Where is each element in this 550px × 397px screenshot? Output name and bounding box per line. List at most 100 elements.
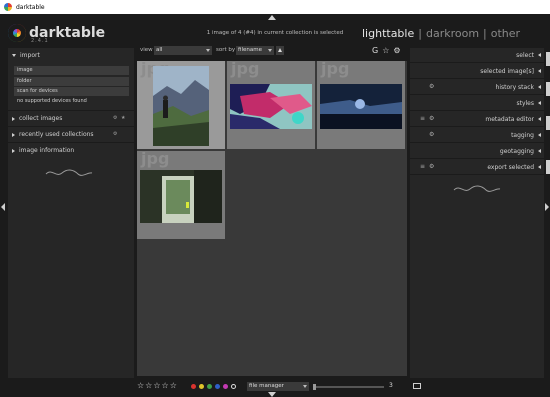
scroll-edge-marker (546, 52, 550, 66)
chevron-down-icon (268, 49, 272, 52)
image-information-label: image information (19, 147, 75, 154)
module-styles[interactable]: styles (410, 96, 544, 111)
collapse-left-panel-arrow-icon[interactable] (1, 203, 5, 211)
collect-images-label: collect images (19, 115, 63, 122)
view-darkroom[interactable]: darkroom (426, 27, 479, 40)
expand-arrow-icon (538, 165, 541, 169)
module-label: export selected (487, 164, 534, 171)
expand-arrow-icon (538, 133, 541, 137)
window-title: darktable (16, 3, 45, 11)
sort-by-label: sort by (216, 47, 236, 53)
presets-icon[interactable]: ≡ (420, 163, 425, 170)
grouping-icon[interactable]: G (372, 46, 378, 55)
module-label: select (516, 52, 534, 59)
gear-icon[interactable]: ⚙ (113, 131, 117, 137)
chevron-down-icon (206, 49, 210, 52)
preferences-gear-icon[interactable]: ⚙ (393, 46, 400, 55)
view-filter-label: view (140, 47, 153, 53)
logo-aperture-icon (8, 24, 26, 42)
panel-end-decoration-icon (45, 169, 93, 176)
thumbnail-image (140, 170, 222, 223)
star-icon[interactable]: ★ (121, 115, 125, 121)
expand-arrow-icon (538, 53, 541, 57)
collapsed-triangle-icon (12, 132, 15, 137)
expand-arrow-icon (538, 101, 541, 105)
thumbnail-image (230, 84, 312, 129)
module-select[interactable]: select (410, 48, 544, 63)
no-devices-label: no supported devices found (17, 98, 87, 104)
expand-arrow-icon (538, 85, 541, 89)
collapse-top-panel-arrow-icon[interactable] (268, 15, 276, 20)
collapse-right-panel-arrow-icon[interactable] (545, 203, 549, 211)
sort-by-value: filename (238, 47, 262, 53)
thumbnail-1[interactable]: jpg (137, 61, 225, 149)
display-profile-icon[interactable] (413, 383, 421, 389)
expanded-triangle-icon (12, 54, 16, 57)
module-history-stack[interactable]: ⚙ history stack (410, 80, 544, 95)
thumbnail-ext: jpg (321, 59, 350, 78)
color-label-clear[interactable] (231, 384, 236, 389)
darktable-logo: darktable 2.4.1 (8, 24, 105, 44)
image-information-header[interactable]: image information (8, 144, 134, 157)
sort-ascending-icon (278, 48, 282, 52)
module-metadata-editor[interactable]: ≡ ⚙ metadata editor (410, 112, 544, 127)
scroll-edge-marker (546, 160, 550, 174)
gear-icon[interactable]: ⚙ (113, 115, 117, 121)
zoom-value[interactable]: 3 (389, 382, 393, 389)
collapse-bottom-panel-arrow-icon[interactable] (268, 392, 276, 397)
thumbnail-2[interactable]: jpg (227, 61, 315, 149)
collapsed-triangle-icon (12, 148, 15, 153)
gear-icon[interactable]: ⚙ (429, 163, 434, 170)
module-label: history stack (495, 84, 534, 91)
collapsed-triangle-icon (12, 116, 15, 121)
module-label: selected image[s] (480, 68, 534, 75)
chevron-down-icon (303, 385, 307, 388)
scan-devices-button[interactable]: scan for devices (14, 87, 129, 96)
zoom-slider[interactable] (313, 384, 384, 390)
import-image-button[interactable]: image (14, 66, 129, 75)
color-label-red[interactable] (191, 384, 196, 389)
layout-select[interactable]: file manager (247, 382, 309, 391)
view-lighttable[interactable]: lighttable (362, 27, 414, 40)
thumbnail-image (320, 84, 402, 129)
scroll-edge-marker (546, 116, 550, 130)
module-selected-images[interactable]: selected image[s] (410, 64, 544, 79)
color-label-purple[interactable] (223, 384, 228, 389)
expand-arrow-icon (538, 117, 541, 121)
module-tagging[interactable]: ⚙ tagging (410, 128, 544, 143)
view-other[interactable]: other (491, 27, 520, 40)
color-label-yellow[interactable] (199, 384, 204, 389)
header-tool-icons: G ☆ ⚙ (372, 46, 401, 55)
layout-value: file manager (249, 383, 284, 389)
scroll-edge-marker (546, 82, 550, 96)
sort-by-select[interactable]: filename (236, 46, 274, 55)
bottom-toolbar: ☆☆☆☆☆ file manager 3 (137, 381, 427, 393)
color-label-green[interactable] (207, 384, 212, 389)
import-module-label: import (20, 52, 40, 59)
divider (8, 142, 134, 143)
thumbnail-3[interactable]: jpg (317, 61, 405, 149)
zoom-slider-handle[interactable] (313, 384, 316, 390)
thumbnail-ext: jpg (231, 59, 260, 78)
gear-icon[interactable]: ⚙ (429, 115, 434, 122)
view-switcher: lighttable | darkroom | other (362, 27, 520, 40)
gear-icon[interactable]: ⚙ (429, 83, 434, 90)
module-label: geotagging (499, 148, 534, 155)
overlay-star-icon[interactable]: ☆ (382, 46, 389, 55)
recently-used-label: recently used collections (19, 131, 94, 138)
divider (8, 110, 134, 111)
thumbnail-4[interactable]: jpg (137, 151, 225, 239)
rating-stars[interactable]: ☆☆☆☆☆ (137, 381, 178, 390)
gear-icon[interactable]: ⚙ (429, 131, 434, 138)
module-geotagging[interactable]: geotagging (410, 144, 544, 159)
sort-order-button[interactable] (276, 46, 284, 55)
module-export-selected[interactable]: ≡ ⚙ export selected (410, 160, 544, 175)
thumbnail-image (153, 66, 209, 146)
view-separator: | (483, 27, 487, 40)
color-label-blue[interactable] (215, 384, 220, 389)
module-label: tagging (511, 132, 534, 139)
import-folder-button[interactable]: folder (14, 77, 129, 86)
view-filter-select[interactable]: all (154, 46, 212, 55)
import-module-header[interactable]: import (8, 49, 134, 62)
presets-icon[interactable]: ≡ (420, 115, 425, 122)
